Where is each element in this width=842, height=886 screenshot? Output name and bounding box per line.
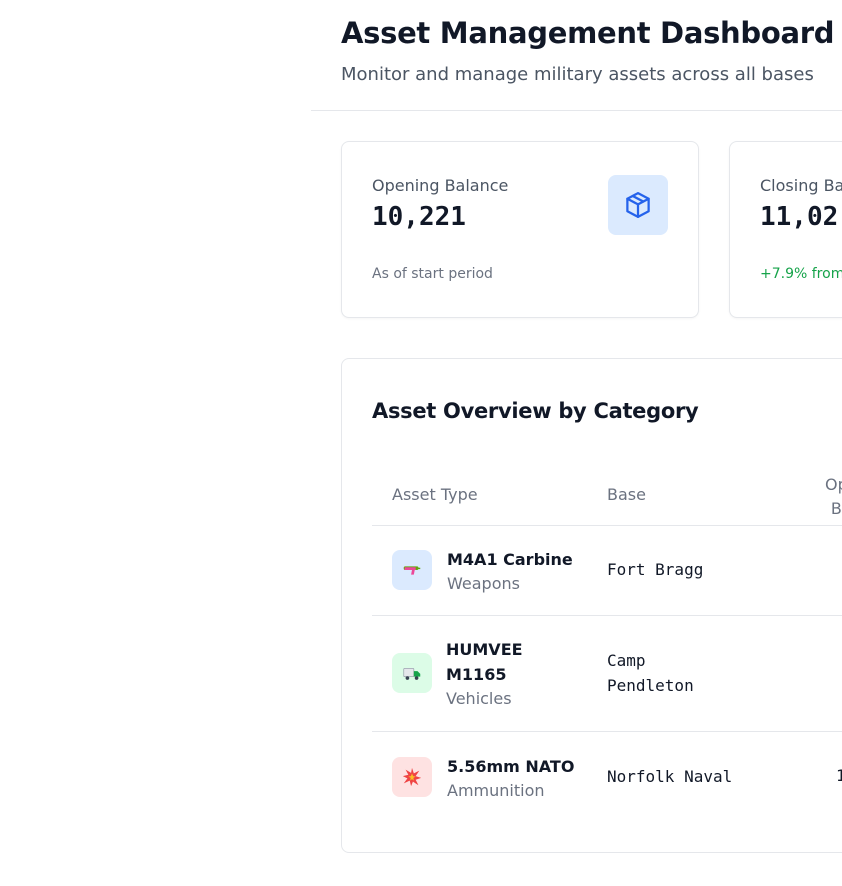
asset-category: Ammunition bbox=[447, 781, 545, 800]
divider bbox=[372, 525, 842, 526]
card-label: Opening Balance bbox=[372, 176, 509, 195]
asset-name-line2: M1165 bbox=[446, 665, 507, 684]
column-header-opening[interactable]: Op B bbox=[825, 473, 842, 521]
page-subtitle: Monitor and manage military assets acros… bbox=[341, 64, 814, 85]
cube-icon bbox=[608, 175, 668, 235]
asset-category: Weapons bbox=[447, 574, 520, 593]
base-cell: Norfolk Naval bbox=[607, 767, 733, 786]
divider bbox=[372, 615, 842, 616]
base-line2: Pendleton bbox=[607, 676, 694, 695]
asset-overview-panel: Asset Overview by Category Asset Type Ba… bbox=[341, 358, 842, 853]
asset-name: HUMVEE M1165 bbox=[446, 637, 523, 687]
column-header-base[interactable]: Base bbox=[607, 485, 646, 504]
section-title: Asset Overview by Category bbox=[372, 399, 699, 423]
card-value: 11,02 bbox=[760, 202, 839, 232]
asset-name: 5.56mm NATO bbox=[447, 757, 575, 776]
card-value: 10,221 bbox=[372, 202, 466, 232]
explosion-icon bbox=[392, 757, 432, 797]
page-title: Asset Management Dashboard bbox=[341, 16, 835, 50]
base-line1: Camp bbox=[607, 651, 646, 670]
card-label: Closing Ba bbox=[760, 176, 842, 195]
column-header-asset-type[interactable]: Asset Type bbox=[392, 485, 478, 504]
column-header-opening-line2: B bbox=[830, 499, 842, 518]
opening-cell: 1 bbox=[836, 766, 842, 785]
card-note: +7.9% from bbox=[760, 266, 842, 282]
asset-name-line1: HUMVEE bbox=[446, 640, 523, 659]
base-cell: Fort Bragg bbox=[607, 560, 704, 579]
asset-name: M4A1 Carbine bbox=[447, 550, 573, 569]
closing-balance-card: Closing Ba 11,02 +7.9% from bbox=[729, 141, 842, 318]
card-note: As of start period bbox=[372, 266, 493, 282]
column-header-opening-line1: Op bbox=[825, 475, 842, 494]
page-header: Asset Management Dashboard Monitor and m… bbox=[311, 0, 842, 111]
gun-icon bbox=[392, 550, 432, 590]
main-content: Asset Management Dashboard Monitor and m… bbox=[311, 0, 842, 886]
divider bbox=[372, 731, 842, 732]
opening-balance-card: Opening Balance 10,221 As of start perio… bbox=[341, 141, 699, 318]
truck-icon bbox=[392, 653, 432, 693]
base-cell: Camp Pendleton bbox=[607, 648, 694, 698]
asset-category: Vehicles bbox=[446, 689, 512, 708]
sidebar-area bbox=[0, 0, 311, 886]
